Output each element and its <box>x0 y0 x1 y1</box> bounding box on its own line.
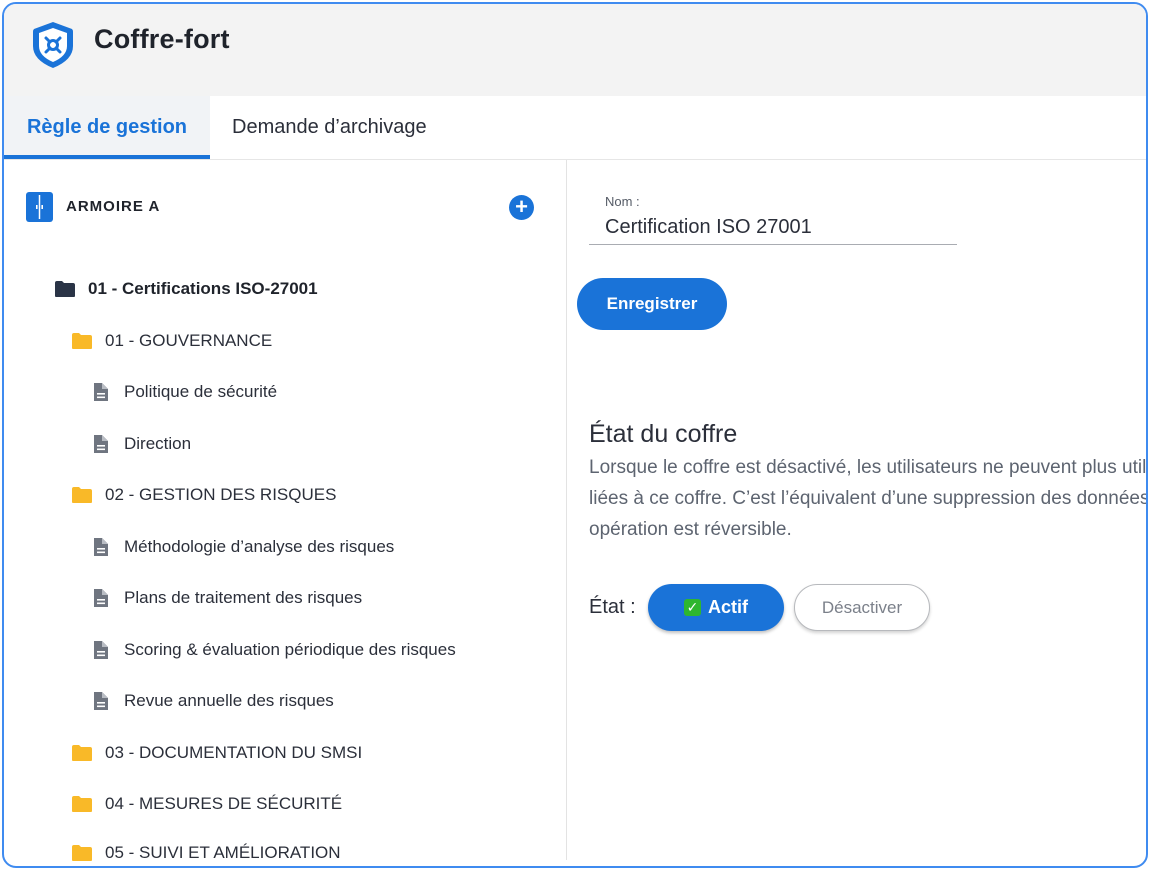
detail-panel: Nom : Certification ISO 27001 Enregistre… <box>567 160 1147 860</box>
tree-item-label: Direction <box>124 434 192 453</box>
cabinet-label: ARMOIRE A <box>66 198 161 215</box>
tree-item-label: 04 - MESURES DE SÉCURITÉ <box>105 794 343 813</box>
tree-item-document[interactable]: Revue annuelle des risques <box>90 691 334 711</box>
folder-icon <box>71 332 93 350</box>
tree-item-folder[interactable]: 05 - SUIVI ET AMÉLIORATION <box>71 843 341 863</box>
cabinet-icon <box>26 192 53 222</box>
deactivate-button[interactable]: Désactiver <box>794 584 930 631</box>
tree-item-label: Méthodologie d’analyse des risques <box>124 537 395 556</box>
app-header: Coffre-fort <box>4 4 1146 96</box>
tree-item-folder[interactable]: 03 - DOCUMENTATION DU SMSI <box>71 743 362 763</box>
add-button[interactable]: + <box>509 195 534 220</box>
tree-item-label: 01 - Certifications ISO-27001 <box>88 279 318 298</box>
state-section-title: État du coffre <box>589 420 738 448</box>
folder-dark-icon <box>54 280 76 298</box>
document-icon <box>90 641 112 659</box>
folder-icon <box>71 744 93 762</box>
name-input[interactable]: Certification ISO 27001 <box>605 216 812 239</box>
tree-item-document[interactable]: Scoring & évaluation périodique des risq… <box>90 640 456 660</box>
state-description: Lorsque le coffre est désactivé, les uti… <box>589 457 1147 540</box>
tree-item-label: Politique de sécurité <box>124 382 278 401</box>
folder-icon <box>71 486 93 504</box>
save-button[interactable]: Enregistrer <box>577 278 727 330</box>
document-icon <box>90 692 112 710</box>
tree-item-label: Scoring & évaluation périodique des risq… <box>124 640 456 659</box>
folder-icon <box>71 844 93 862</box>
document-icon <box>90 435 112 453</box>
document-icon <box>90 538 112 556</box>
checkmark-icon: ✓ <box>684 599 701 616</box>
active-button[interactable]: ✓ Actif <box>648 584 784 631</box>
tree-item-label: Plans de traitement des risques <box>124 588 363 607</box>
tree-item-document[interactable]: Politique de sécurité <box>90 382 277 402</box>
active-button-label: Actif <box>708 597 748 617</box>
document-icon <box>90 589 112 607</box>
tree-item-label: 02 - GESTION DES RISQUES <box>105 485 337 504</box>
tree-item-label: 03 - DOCUMENTATION DU SMSI <box>105 743 363 762</box>
folder-icon <box>71 795 93 813</box>
document-icon <box>90 383 112 401</box>
app-window: Coffre-fort Règle de gestion Demande d’a… <box>2 2 1148 868</box>
tree-item-label: Revue annuelle des risques <box>124 691 334 710</box>
tree-item-folder[interactable]: 04 - MESURES DE SÉCURITÉ <box>71 794 342 814</box>
tree-item-document[interactable]: Direction <box>90 434 191 454</box>
tree-item-document[interactable]: Méthodologie d’analyse des risques <box>90 537 394 557</box>
tab-archive-request[interactable]: Demande d’archivage <box>232 96 427 159</box>
tree-item-folder[interactable]: 02 - GESTION DES RISQUES <box>71 485 336 505</box>
tree-item-folder[interactable]: 01 - GOUVERNANCE <box>71 331 272 351</box>
tree-item-label: 01 - GOUVERNANCE <box>105 331 273 350</box>
tree-item-document[interactable]: Plans de traitement des risques <box>90 588 362 608</box>
tab-management-rule[interactable]: Règle de gestion <box>4 96 210 159</box>
name-input-underline <box>589 244 957 245</box>
tree-item-label: 05 - SUIVI ET AMÉLIORATION <box>105 843 341 862</box>
tree-item-folder[interactable]: 01 - Certifications ISO-27001 <box>54 279 318 299</box>
state-label: État : <box>589 596 636 618</box>
tab-bar: Règle de gestion Demande d’archivage <box>4 96 1146 160</box>
name-label: Nom : <box>605 194 640 209</box>
vault-shield-logo-icon <box>33 22 73 68</box>
app-title: Coffre-fort <box>94 24 230 54</box>
tree-panel: ARMOIRE A + 01 - Certifications ISO-2700… <box>4 160 567 863</box>
